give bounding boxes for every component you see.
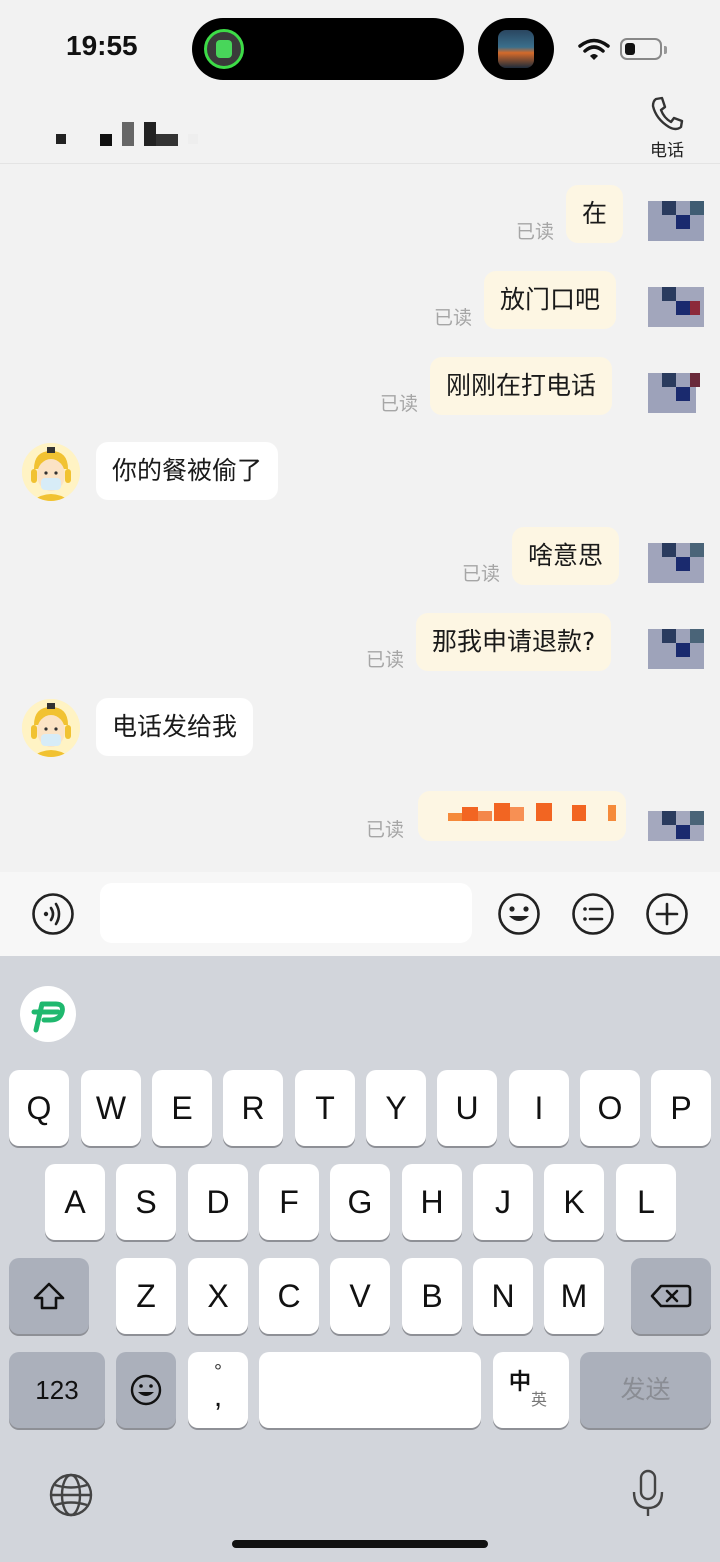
key-h[interactable]: H — [402, 1164, 462, 1240]
ime-logo-icon — [31, 1001, 65, 1033]
key-l[interactable]: L — [616, 1164, 676, 1240]
plus-icon[interactable] — [645, 892, 689, 936]
call-button[interactable]: 电话 — [640, 96, 696, 161]
list-icon[interactable] — [571, 892, 615, 936]
read-receipt: 已读 — [380, 393, 419, 415]
shift-icon — [33, 1282, 65, 1310]
keyboard: Q W E R T Y U I O P A S D F G H J K L Z … — [0, 956, 720, 1562]
key-z[interactable]: Z — [116, 1258, 176, 1334]
live-activity-icon — [204, 29, 244, 69]
my-avatar[interactable] — [648, 619, 704, 675]
wifi-icon — [578, 38, 610, 60]
read-receipt: 已读 — [462, 563, 501, 585]
key-k[interactable]: K — [544, 1164, 604, 1240]
message-bubble-incoming[interactable]: 电话发给我 — [96, 698, 254, 756]
read-receipt: 已读 — [366, 649, 405, 671]
message-bubble-redacted[interactable] — [418, 791, 626, 841]
media-island[interactable] — [478, 18, 554, 80]
message-input-bar — [0, 872, 720, 956]
message-list[interactable]: 已读 在 已读 放门口吧 已读 刚刚在打电话 你的餐被偷了 已读 啥意思 已读 … — [0, 165, 720, 870]
message-bubble-incoming[interactable]: 你的餐被偷了 — [96, 442, 279, 500]
rider-avatar[interactable] — [22, 699, 80, 757]
rider-avatar-icon — [22, 699, 80, 757]
shift-key[interactable] — [9, 1258, 89, 1334]
microphone-icon[interactable] — [630, 1468, 666, 1520]
message-bubble-outgoing[interactable]: 啥意思 — [512, 527, 620, 585]
read-receipt: 已读 — [516, 221, 555, 243]
key-u[interactable]: U — [437, 1070, 497, 1146]
my-avatar[interactable] — [648, 363, 704, 419]
call-label: 电话 — [650, 141, 684, 161]
rider-avatar-icon — [22, 443, 80, 501]
key-m[interactable]: M — [544, 1258, 604, 1334]
language-switch-key[interactable]: 中 英 — [493, 1352, 569, 1428]
emoji-icon[interactable] — [497, 892, 541, 936]
phone-icon — [651, 96, 684, 131]
media-thumbnail — [498, 30, 534, 68]
key-b[interactable]: B — [402, 1258, 462, 1334]
rider-avatar[interactable] — [22, 443, 80, 501]
delete-key[interactable] — [631, 1258, 711, 1334]
my-avatar[interactable] — [648, 533, 704, 589]
key-c[interactable]: C — [259, 1258, 319, 1334]
key-t[interactable]: T — [295, 1070, 355, 1146]
key-v[interactable]: V — [330, 1258, 390, 1334]
voice-icon[interactable] — [31, 892, 75, 936]
send-key[interactable]: 发送 — [580, 1352, 711, 1428]
punct-top-label: ° — [214, 1361, 222, 1383]
lang-main-label: 中 — [509, 1369, 532, 1394]
read-receipt: 已读 — [434, 307, 473, 329]
key-y[interactable]: Y — [366, 1070, 426, 1146]
punctuation-key[interactable]: ° , — [188, 1352, 248, 1428]
key-x[interactable]: X — [188, 1258, 248, 1334]
key-a[interactable]: A — [45, 1164, 105, 1240]
key-r[interactable]: R — [223, 1070, 283, 1146]
my-avatar[interactable] — [648, 191, 704, 247]
message-input[interactable] — [100, 883, 472, 943]
key-j[interactable]: J — [473, 1164, 533, 1240]
emoji-icon — [130, 1374, 162, 1406]
home-indicator[interactable] — [232, 1540, 488, 1548]
message-bubble-outgoing[interactable]: 那我申请退款? — [416, 613, 612, 671]
dynamic-island[interactable] — [192, 18, 464, 80]
key-s[interactable]: S — [116, 1164, 176, 1240]
numbers-key[interactable]: 123 — [9, 1352, 105, 1428]
key-i[interactable]: I — [509, 1070, 569, 1146]
key-e[interactable]: E — [152, 1070, 212, 1146]
battery-icon — [620, 38, 667, 60]
key-n[interactable]: N — [473, 1258, 533, 1334]
status-time: 19:55 — [66, 30, 138, 61]
emoji-key[interactable] — [116, 1352, 176, 1428]
my-avatar[interactable] — [648, 277, 704, 333]
message-bubble-outgoing[interactable]: 在 — [566, 185, 624, 243]
my-avatar[interactable] — [648, 801, 704, 857]
chat-header: 电话 — [0, 96, 720, 164]
message-bubble-outgoing[interactable]: 放门口吧 — [484, 271, 617, 329]
keyboard-logo-icon[interactable] — [20, 986, 76, 1042]
key-w[interactable]: W — [81, 1070, 141, 1146]
key-g[interactable]: G — [330, 1164, 390, 1240]
lang-sub-label: 英 — [531, 1392, 548, 1409]
key-p[interactable]: P — [651, 1070, 711, 1146]
backspace-icon — [650, 1284, 692, 1308]
key-o[interactable]: O — [580, 1070, 640, 1146]
space-key[interactable] — [259, 1352, 481, 1428]
status-bar: 19:55 — [0, 0, 720, 96]
key-d[interactable]: D — [188, 1164, 248, 1240]
key-q[interactable]: Q — [9, 1070, 69, 1146]
redacted-content — [448, 803, 616, 821]
key-f[interactable]: F — [259, 1164, 319, 1240]
globe-icon[interactable] — [48, 1472, 94, 1518]
read-receipt: 已读 — [366, 819, 405, 841]
punct-bottom-label: , — [213, 1380, 223, 1413]
message-bubble-outgoing[interactable]: 刚刚在打电话 — [430, 357, 613, 415]
